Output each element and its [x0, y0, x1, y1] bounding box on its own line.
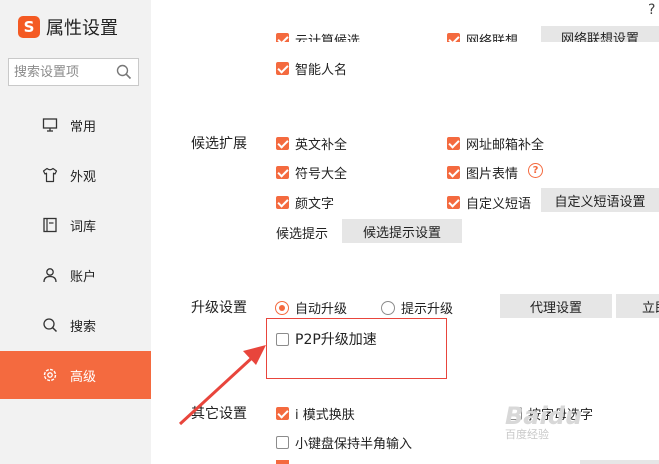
half-width-keypad-checkbox[interactable]: 小键盘保持半角输入 [276, 433, 412, 452]
clipped-button[interactable] [580, 460, 659, 464]
settings-search-input[interactable] [9, 59, 114, 85]
candidate-hint-label: 候选提示 [276, 227, 329, 242]
gear-icon [43, 368, 57, 382]
search-icon[interactable] [116, 64, 132, 80]
checkbox-box[interactable] [276, 62, 289, 75]
p2p-upgrade-checkbox[interactable]: P2P升级加速 [276, 329, 377, 349]
phrase-tips-settings-button[interactable]: 网络联想设置 [541, 26, 659, 42]
phrase-tips-checkbox[interactable]: 网络联想 [447, 30, 518, 42]
candidate-extension-label: 候选扩展 [191, 136, 247, 152]
checkbox-label: 智能人名 [295, 63, 348, 78]
checkbox-label: P2P升级加速 [295, 332, 377, 348]
sidebar-item-search[interactable]: 搜索 [0, 301, 151, 349]
brand: S 属性设置 [18, 14, 118, 40]
candidate-hint-settings-button[interactable]: 候选提示设置 [342, 219, 462, 243]
checkbox-box[interactable] [276, 332, 289, 346]
sidebar-item-dictionary[interactable]: 词库 [0, 201, 151, 249]
radio-dot[interactable] [275, 300, 289, 315]
auto-upgrade-radio[interactable]: 自动升级 [275, 298, 347, 317]
proxy-settings-button[interactable]: 代理设置 [500, 294, 612, 318]
monitor-icon [42, 118, 58, 132]
sidebar-item-label: 高级 [70, 370, 97, 385]
checkbox-label: 图片表情 [466, 167, 519, 182]
search-icon [43, 318, 58, 333]
checkbox-box[interactable] [276, 137, 289, 150]
sidebar-item-general[interactable]: 常用 [0, 101, 151, 149]
sidebar-item-appearance[interactable]: 外观 [0, 151, 151, 199]
checkbox-box[interactable] [447, 196, 460, 209]
settings-search-box[interactable] [8, 58, 139, 86]
other-settings-label: 其它设置 [191, 406, 247, 422]
sidebar-item-label: 词库 [70, 220, 97, 235]
baidu-watermark: Baidu 百度经验 [505, 402, 582, 442]
sogou-logo-icon: S [18, 16, 40, 38]
checkbox-label: 自定义短语 [466, 197, 532, 212]
checkbox-label: 颜文字 [295, 197, 335, 212]
sidebar-item-label: 账户 [70, 270, 97, 285]
checkbox-box[interactable] [276, 196, 289, 209]
checkbox-label: 英文补全 [295, 138, 348, 153]
prompt-upgrade-radio[interactable]: 提示升级 [381, 298, 453, 317]
sidebar-item-account[interactable]: 账户 [0, 251, 151, 299]
user-icon [43, 268, 57, 283]
checkbox-box[interactable] [447, 33, 460, 42]
checkbox-label: 网络联想 [466, 34, 519, 42]
picture-emoji-checkbox[interactable]: 图片表情 [447, 163, 518, 182]
book-icon [43, 217, 57, 233]
custom-phrase-settings-button[interactable]: 自定义短语设置 [541, 188, 659, 212]
sidebar-item-label: 搜索 [70, 320, 97, 335]
checkbox-label: 云计算候选 [295, 34, 361, 42]
radio-label: 自动升级 [295, 302, 348, 317]
upgrade-now-button[interactable]: 立即 [616, 294, 659, 318]
english-complete-checkbox[interactable]: 英文补全 [276, 134, 347, 153]
sidebar-item-label: 外观 [70, 170, 97, 185]
checkbox-box[interactable] [276, 33, 289, 42]
custom-phrase-checkbox[interactable]: 自定义短语 [447, 193, 531, 212]
checkbox-label: 网址邮箱补全 [466, 138, 545, 153]
sidebar: S 属性设置 常用 外观 词库 账 [0, 0, 151, 464]
sidebar-item-label: 常用 [70, 120, 97, 135]
sidebar-item-advanced[interactable]: 高级 [0, 351, 151, 399]
radio-label: 提示升级 [401, 302, 454, 317]
i-mode-skin-checkbox[interactable]: i 模式换肤 [276, 404, 355, 423]
radio-dot[interactable] [381, 300, 395, 315]
clipped-checkbox[interactable] [276, 460, 289, 464]
checkbox-label: 符号大全 [295, 167, 348, 182]
question-help-icon[interactable]: ? [528, 163, 543, 178]
cloud-calc-checkbox[interactable]: 云计算候选 [276, 30, 360, 42]
checkbox-box[interactable] [276, 166, 289, 179]
symbols-checkbox[interactable]: 符号大全 [276, 163, 347, 182]
checkbox-label: i 模式换肤 [295, 408, 355, 423]
emoticon-checkbox[interactable]: 颜文字 [276, 193, 334, 212]
shirt-icon [42, 167, 58, 183]
checkbox-box[interactable] [276, 407, 289, 420]
url-email-checkbox[interactable]: 网址邮箱补全 [447, 134, 544, 153]
smart-name-checkbox[interactable]: 智能人名 [276, 59, 347, 78]
checkbox-label: 小键盘保持半角输入 [295, 437, 413, 452]
checkbox-box[interactable] [447, 137, 460, 150]
checkbox-box[interactable] [447, 166, 460, 179]
checkbox-box[interactable] [276, 436, 289, 449]
window-title: 属性设置 [46, 18, 118, 39]
scrolled-top-row: 云计算候选 网络联想 网络联想设置 [151, 0, 659, 42]
upgrade-settings-label: 升级设置 [191, 300, 247, 316]
